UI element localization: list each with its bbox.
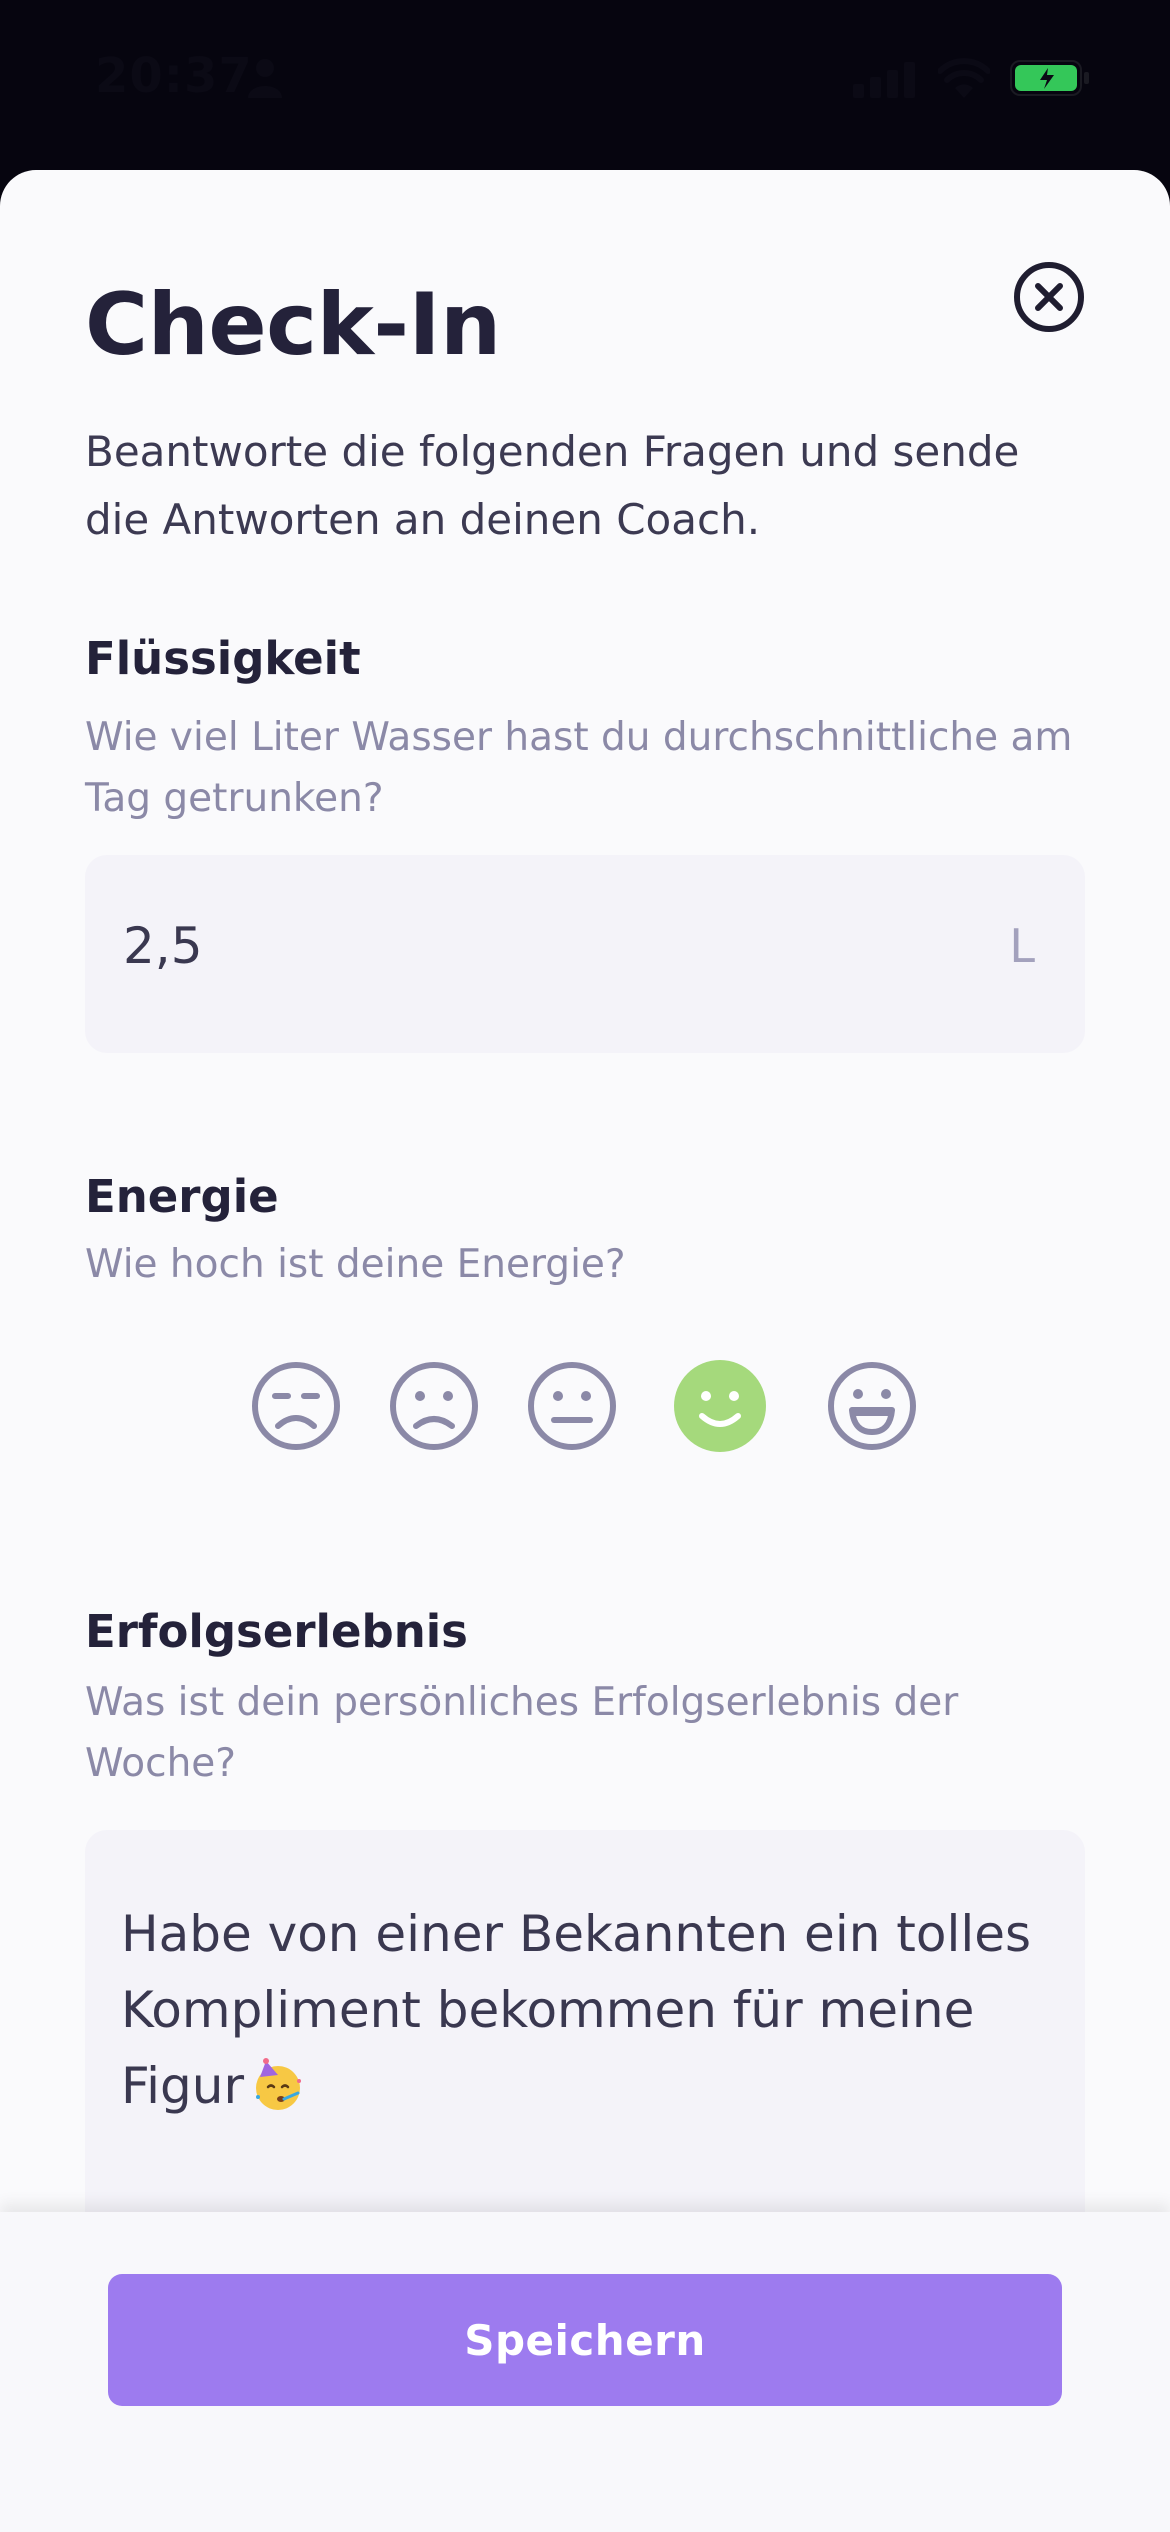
fluid-unit: L [1009, 919, 1035, 973]
fluid-value: 2,5 [123, 917, 203, 975]
status-bar: 20:37 [0, 0, 1170, 160]
cellular-signal-icon [853, 62, 915, 98]
status-time: 20:37 [95, 48, 253, 104]
very-sad-face-icon[interactable] [248, 1358, 344, 1454]
neutral-face-icon[interactable] [524, 1358, 620, 1454]
person-icon [248, 59, 282, 98]
energy-hint: Wie hoch ist deine Energie? [85, 1242, 626, 1287]
intro-text: Beantworte die folgenden Fragen und send… [85, 427, 1020, 544]
save-button[interactable]: Speichern [108, 2274, 1062, 2406]
success-hint: Was ist dein persönliches Erfolgserlebni… [85, 1680, 959, 1786]
sad-face-icon[interactable] [386, 1358, 482, 1454]
energy-label: Energie [85, 1170, 279, 1223]
happy-face-icon[interactable] [672, 1358, 768, 1454]
check-in-sheet: Check-In Beantworte die folgenden Fragen… [0, 170, 1170, 2532]
success-textarea[interactable]: Habe von einer Bekannten ein tolles Komp… [85, 1830, 1085, 2250]
fluid-hint: Wie viel Liter Wasser hast du durchschni… [85, 715, 1073, 821]
page-title: Check-In [85, 275, 501, 375]
footer: Speichern [0, 2212, 1170, 2532]
success-label: Erfolgserlebnis [85, 1605, 468, 1658]
success-text: Habe von einer Bekannten ein tolles Komp… [121, 1896, 1051, 2124]
fluid-label: Flüssigkeit [85, 632, 361, 685]
battery-icon [1010, 60, 1089, 96]
partying-face-icon [256, 2058, 301, 2110]
wifi-icon [938, 58, 990, 98]
very-happy-face-icon[interactable] [824, 1358, 920, 1454]
fluid-input[interactable]: 2,5 L [85, 855, 1085, 1053]
close-icon[interactable] [1013, 261, 1085, 333]
energy-rating [248, 1358, 928, 1458]
